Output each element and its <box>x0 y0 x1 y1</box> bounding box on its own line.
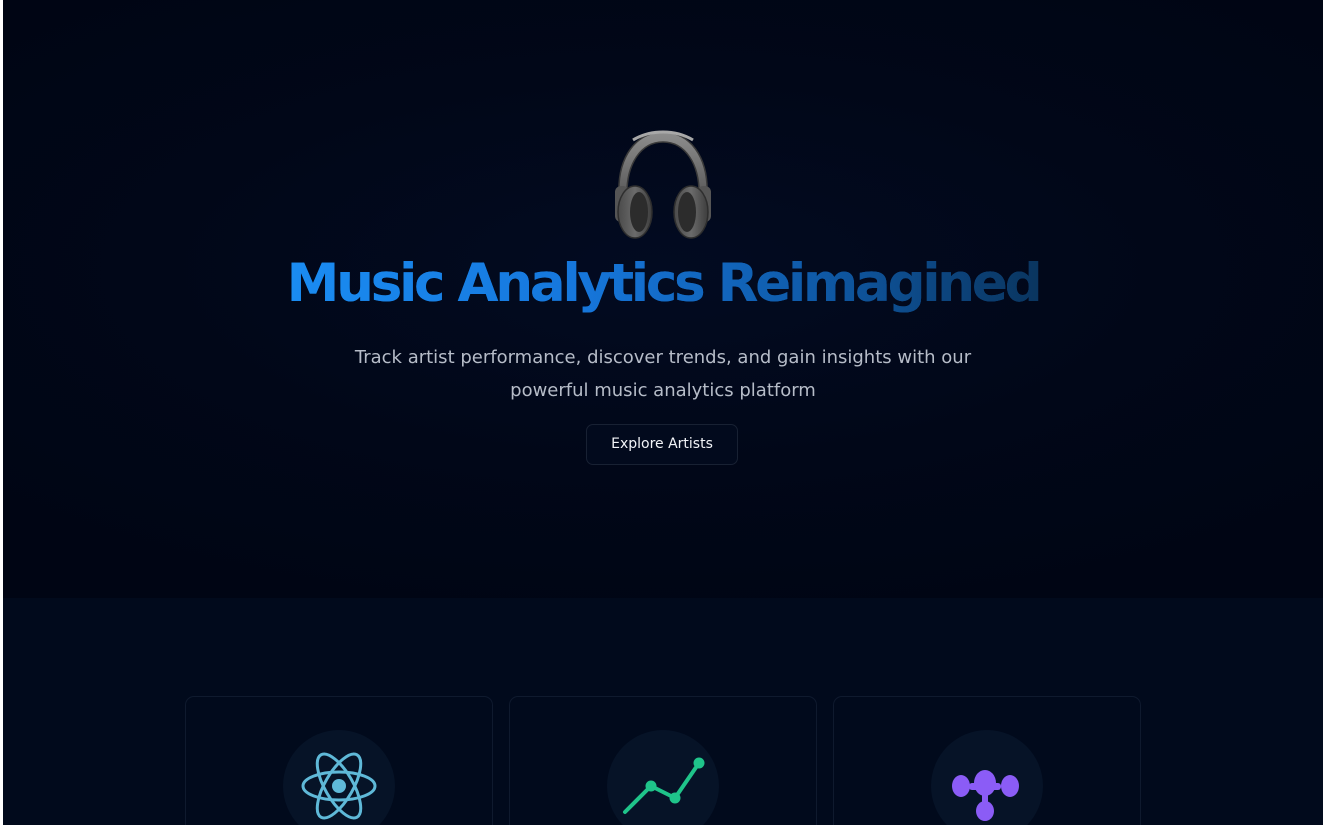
molecule-icon <box>952 770 1019 821</box>
feature-card-trends <box>509 696 817 825</box>
explore-artists-button[interactable]: Explore Artists <box>586 424 738 465</box>
hero-subtitle-line-2: powerful music analytics platform <box>510 380 816 401</box>
feature-card-insights <box>833 696 1141 825</box>
hero-subtitle-line-1: Track artist performance, discover trend… <box>354 347 972 368</box>
page-viewport: Music Analytics Reimagined Track artist … <box>3 0 1323 825</box>
hero-title: Music Analytics Reimagined <box>3 246 1323 322</box>
hero-subtitle: Track artist performance, discover trend… <box>313 341 1013 407</box>
icon-circle <box>283 730 395 825</box>
feature-card-analytics <box>185 696 493 825</box>
trending-chart-icon <box>623 757 705 814</box>
atom-icon <box>301 752 377 820</box>
icon-circle <box>931 730 1043 825</box>
headphones-icon <box>615 130 711 239</box>
icon-circle <box>607 730 719 825</box>
hero-section: Music Analytics Reimagined Track artist … <box>3 0 1323 598</box>
features-section <box>3 598 1323 825</box>
